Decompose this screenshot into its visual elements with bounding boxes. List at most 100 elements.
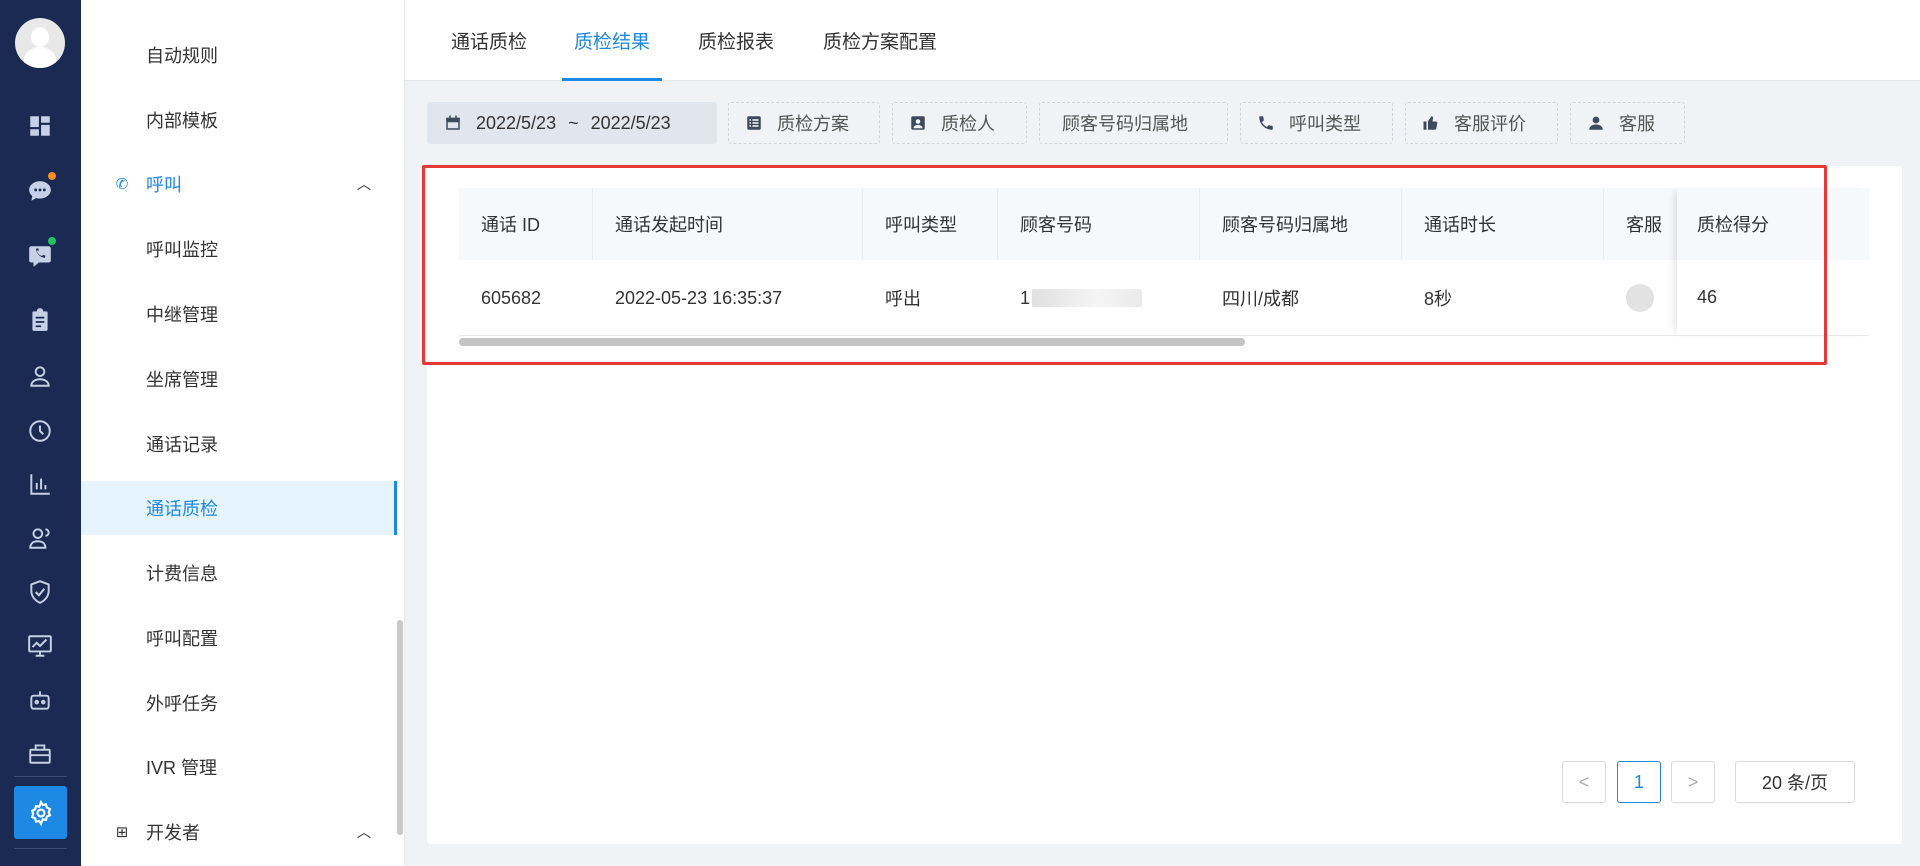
sidebar-group-label: 开发者 <box>146 823 200 843</box>
call-type-filter[interactable]: 呼叫类型 <box>1240 102 1393 144</box>
sidebar-group-label: 呼叫 <box>146 175 182 195</box>
phone-chat-badge <box>46 235 58 247</box>
sidebar-scrollbar[interactable] <box>397 620 403 835</box>
column-header-customer-region[interactable]: 顾客号码归属地 <box>1200 188 1402 260</box>
contact-card-icon <box>909 114 927 132</box>
sidebar-item-label: 呼叫监控 <box>146 240 218 260</box>
user-icon[interactable] <box>24 360 56 392</box>
sidebar-item-label: 内部模板 <box>146 111 218 131</box>
chevron-right-icon: > <box>1687 771 1699 792</box>
agent-rating-filter[interactable]: 客服评价 <box>1405 102 1558 144</box>
date-range-picker[interactable]: 2022/5/23 ~ 2022/5/23 <box>427 102 717 144</box>
filter-label: 质检人 <box>941 114 995 134</box>
tab-call-qc[interactable]: 通话质检 <box>451 0 527 81</box>
cell-customer-region: 四川/成都 <box>1222 289 1300 309</box>
date-end: 2022/5/23 <box>590 112 671 133</box>
sidebar-item-label: 通话质检 <box>146 499 218 519</box>
page-size-label: 20 条/页 <box>1761 773 1829 793</box>
cell-customer-phone: 1 <box>998 260 1200 336</box>
column-header-qc-score[interactable]: 质检得分 <box>1677 188 1869 260</box>
sidebar-item-label: 呼叫配置 <box>146 629 218 649</box>
customer-region-filter[interactable]: 顾客号码归属地 <box>1039 102 1228 144</box>
sidebar-item-label: 自动规则 <box>146 46 218 66</box>
qc-plan-filter[interactable]: 质检方案 <box>728 102 880 144</box>
fixed-score-column: 质检得分 46 <box>1677 188 1869 336</box>
table-row[interactable]: 605682 2022-05-23 16:35:37 呼出 1 四川/成都 8秒 <box>459 260 1869 336</box>
sidebar-item-label: 坐席管理 <box>146 370 218 390</box>
tab-qc-results[interactable]: 质检结果 <box>561 0 663 81</box>
monitor-chart-icon[interactable] <box>24 630 56 662</box>
rail-divider <box>14 848 67 849</box>
sidebar-item-ivr[interactable]: IVR 管理 <box>81 740 395 794</box>
column-header-duration[interactable]: 通话时长 <box>1402 188 1604 260</box>
clipboard-icon[interactable] <box>24 304 56 336</box>
page-number-button[interactable]: 1 <box>1617 761 1661 803</box>
list-icon <box>745 114 763 132</box>
column-header-call-id[interactable]: 通话 ID <box>459 188 593 260</box>
tab-label: 质检结果 <box>574 32 651 53</box>
toolbox-icon[interactable] <box>24 737 56 769</box>
sidebar-item-call-records[interactable]: 通话记录 <box>81 417 395 471</box>
user-icon <box>1587 114 1605 132</box>
sidebar-item-label: 外呼任务 <box>146 694 218 714</box>
cell-duration: 8秒 <box>1424 289 1453 309</box>
page-number-label: 1 <box>1633 771 1644 792</box>
clock-icon[interactable] <box>24 415 56 447</box>
phone-icon: ✆ <box>115 176 129 193</box>
sidebar-item-trunk[interactable]: 中继管理 <box>81 287 395 341</box>
inspector-filter[interactable]: 质检人 <box>892 102 1027 144</box>
sidebar-item-seats[interactable]: 坐席管理 <box>81 352 395 406</box>
phone-icon <box>1257 114 1275 132</box>
chevron-up-icon: ︿ <box>357 176 371 192</box>
sidebar-item-label: 通话记录 <box>146 435 218 455</box>
filter-label: 客服 <box>1619 114 1655 134</box>
cell-call-type: 呼出 <box>885 289 921 309</box>
user-avatar[interactable] <box>15 18 65 68</box>
tab-bar: 通话质检 质检结果 质检报表 质检方案配置 <box>405 0 1920 81</box>
tab-qc-plan-config[interactable]: 质检方案配置 <box>823 0 937 81</box>
page-size-select[interactable]: 20 条/页 <box>1735 761 1855 803</box>
filter-label: 呼叫类型 <box>1289 114 1361 134</box>
filter-label: 客服评价 <box>1454 114 1526 134</box>
sidebar-item-billing[interactable]: 计费信息 <box>81 546 395 600</box>
sidebar-item-label: 计费信息 <box>146 564 218 584</box>
prev-page-button[interactable]: < <box>1562 761 1606 803</box>
chat-badge <box>46 170 58 182</box>
chevron-up-icon: ︿ <box>357 824 371 840</box>
sidebar-item-auto-rules[interactable]: 自动规则 <box>81 28 395 82</box>
date-separator: ~ <box>568 112 579 133</box>
sidebar-item-outbound-tasks[interactable]: 外呼任务 <box>81 676 395 730</box>
table-header: 通话 ID 通话发起时间 呼叫类型 顾客号码 顾客号码归属地 通话时长 客服 <box>459 188 1869 260</box>
cell-call-id: 605682 <box>481 287 542 308</box>
sidebar-item-internal-templates[interactable]: 内部模板 <box>81 93 395 147</box>
sidebar-item-call-qc[interactable]: 通话质检 <box>81 481 397 535</box>
filter-label: 质检方案 <box>777 114 849 134</box>
chevron-left-icon: < <box>1578 771 1590 792</box>
date-start: 2022/5/23 <box>476 112 557 133</box>
next-page-button[interactable]: > <box>1671 761 1715 803</box>
team-icon[interactable] <box>24 522 56 554</box>
column-header-call-time[interactable]: 通话发起时间 <box>593 188 863 260</box>
filter-label: 顾客号码归属地 <box>1062 114 1188 134</box>
rail-divider <box>14 776 67 777</box>
sidebar-item-call-config[interactable]: 呼叫配置 <box>81 611 395 665</box>
thumbs-up-icon <box>1422 114 1440 132</box>
sidebar-item-call-monitor[interactable]: 呼叫监控 <box>81 222 395 276</box>
sidebar-group-developer[interactable]: ⊞ 开发者 ︿ <box>81 805 395 859</box>
sidebar-group-call[interactable]: ✆ 呼叫 ︿ <box>81 157 395 211</box>
dashboard-icon[interactable] <box>24 110 56 142</box>
bar-chart-icon[interactable] <box>24 468 56 500</box>
shield-icon[interactable] <box>24 576 56 608</box>
column-header-customer-phone[interactable]: 顾客号码 <box>998 188 1200 260</box>
column-header-call-type[interactable]: 呼叫类型 <box>863 188 998 260</box>
table-horizontal-scrollbar[interactable] <box>459 338 1245 346</box>
cell-call-time: 2022-05-23 16:35:37 <box>615 287 783 308</box>
robot-icon[interactable] <box>24 684 56 716</box>
sidebar-item-label: 中继管理 <box>146 305 218 325</box>
agent-filter[interactable]: 客服 <box>1570 102 1685 144</box>
tab-qc-report[interactable]: 质检报表 <box>698 0 774 81</box>
settings-icon[interactable] <box>14 786 67 839</box>
sidebar-item-label: IVR 管理 <box>146 758 218 778</box>
cell-qc-score: 46 <box>1677 260 1869 336</box>
main-content: 通话质检 质检结果 质检报表 质检方案配置 2022/5/23 ~ 2022/5… <box>405 0 1920 866</box>
